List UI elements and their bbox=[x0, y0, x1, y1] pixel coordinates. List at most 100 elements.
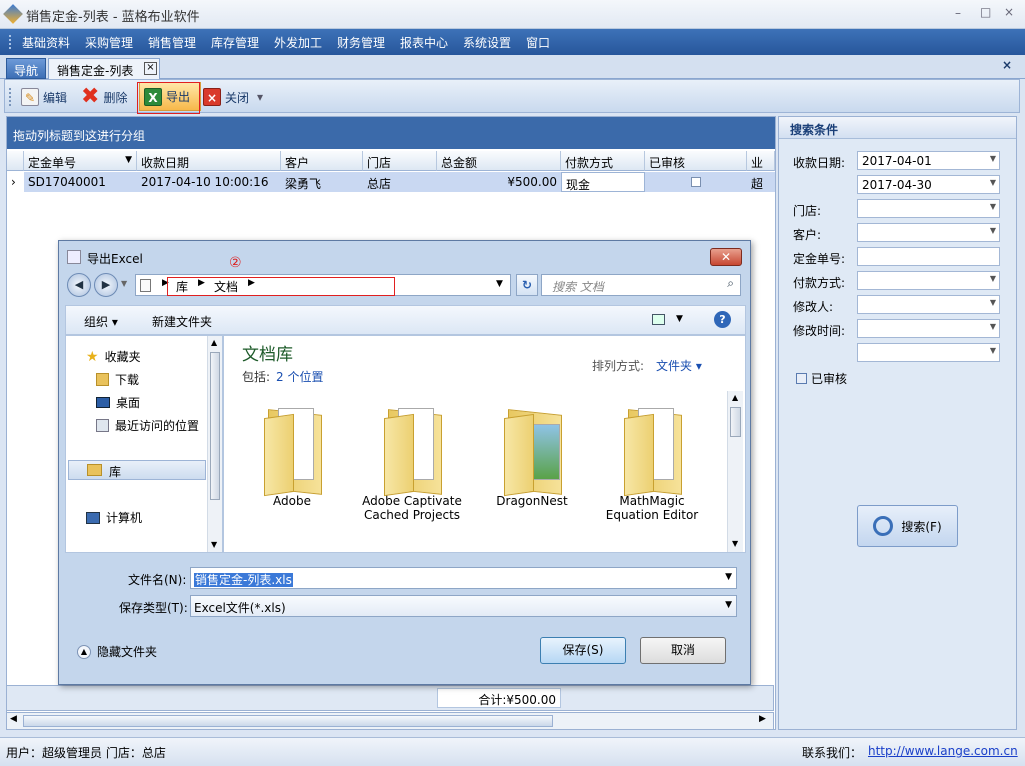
date-to-picker[interactable]: 2017-04-30 ▼ bbox=[857, 175, 1000, 194]
tab-close-icon[interactable]: × bbox=[144, 62, 157, 75]
folder-adobe[interactable]: Adobe bbox=[232, 402, 352, 508]
dialog-search-input[interactable]: 搜索 文档 ⌕ bbox=[541, 274, 741, 296]
chevron-down-icon[interactable]: ▼ bbox=[990, 322, 996, 331]
cell-store[interactable]: 总店 bbox=[363, 172, 437, 192]
store-select[interactable]: ▼ bbox=[857, 199, 1000, 218]
save-button[interactable]: 保存(S) bbox=[540, 637, 626, 664]
content-scroll-thumb[interactable] bbox=[730, 407, 741, 437]
menu-basic-data[interactable]: 基础资料 bbox=[22, 34, 70, 51]
content-scrollbar[interactable]: ▲ ▼ bbox=[727, 391, 743, 552]
chevron-down-icon[interactable]: ▼ bbox=[990, 298, 996, 307]
payment-select[interactable]: ▼ bbox=[857, 271, 1000, 290]
nav-scrollbar[interactable]: ▲ ▼ bbox=[207, 336, 222, 552]
customer-select[interactable]: ▼ bbox=[857, 223, 1000, 242]
scroll-up-icon[interactable]: ▲ bbox=[211, 338, 217, 347]
modtime-to-picker[interactable]: ▼ bbox=[857, 343, 1000, 362]
refresh-icon[interactable]: ↻ bbox=[516, 274, 538, 296]
contact-link[interactable]: http://www.lange.com.cn bbox=[868, 744, 1018, 758]
col-header-store[interactable]: 门店 bbox=[363, 151, 437, 171]
audited-checkbox[interactable] bbox=[691, 177, 701, 187]
nav-scroll-thumb[interactable] bbox=[210, 352, 220, 500]
dialog-close-button[interactable]: ✕ bbox=[710, 248, 742, 266]
close-window-icon[interactable]: × bbox=[1004, 5, 1014, 19]
group-panel[interactable]: 拖动列标题到这进行分组 bbox=[7, 117, 775, 149]
col-header-customer[interactable]: 客户 bbox=[281, 151, 363, 171]
folder-adobe-captivate[interactable]: Adobe Captivate Cached Projects bbox=[352, 402, 472, 522]
col-header-receipt-date[interactable]: 收款日期 bbox=[137, 151, 281, 171]
path-dropdown-icon[interactable]: ▼ bbox=[496, 279, 503, 289]
nav-libraries[interactable]: 库 bbox=[68, 460, 206, 480]
folder-dragonnest[interactable]: DragonNest bbox=[472, 402, 592, 508]
cell-receipt-date[interactable]: 2017-04-10 10:00:16 bbox=[137, 172, 281, 192]
cell-deposit-no[interactable]: SD17040001 bbox=[24, 172, 137, 192]
search-button[interactable]: 搜索(F) bbox=[857, 505, 958, 547]
back-icon[interactable]: ◀ bbox=[67, 273, 91, 297]
arrange-dropdown[interactable]: 文件夹 ▾ bbox=[656, 357, 702, 374]
cell-customer[interactable]: 梁勇飞 bbox=[281, 172, 363, 192]
menu-sales[interactable]: 销售管理 bbox=[148, 34, 196, 51]
help-icon[interactable]: ? bbox=[714, 311, 731, 328]
audited-filter-checkbox[interactable] bbox=[796, 373, 807, 384]
forward-icon[interactable]: ▶ bbox=[94, 273, 118, 297]
edit-button[interactable]: ✎ 编辑 bbox=[21, 86, 67, 108]
menu-purchase[interactable]: 采购管理 bbox=[85, 34, 133, 51]
menu-inventory[interactable]: 库存管理 bbox=[211, 34, 259, 51]
hide-folders-toggle[interactable]: ▲ 隐藏文件夹 bbox=[77, 643, 157, 660]
view-options-icon[interactable] bbox=[652, 314, 665, 325]
chevron-down-icon[interactable]: ▼ bbox=[990, 226, 996, 235]
scroll-right-icon[interactable]: ▶ bbox=[759, 714, 766, 724]
nav-downloads[interactable]: 下载 bbox=[96, 371, 139, 388]
nav-favorites[interactable]: ★ 收藏夹 bbox=[86, 348, 141, 365]
maximize-icon[interactable]: □ bbox=[980, 5, 991, 19]
deposit-no-input[interactable] bbox=[857, 247, 1000, 266]
chevron-down-icon[interactable]: ▼ bbox=[990, 202, 996, 211]
chevron-down-icon[interactable]: ▼ bbox=[990, 346, 996, 355]
delete-button[interactable]: ✖ 删除 bbox=[81, 86, 127, 108]
filename-dropdown-icon[interactable]: ▼ bbox=[725, 572, 732, 582]
scroll-left-icon[interactable]: ◀ bbox=[10, 714, 17, 724]
menu-settings[interactable]: 系统设置 bbox=[463, 34, 511, 51]
chevron-down-icon[interactable]: ▼ bbox=[990, 154, 996, 163]
chevron-down-icon[interactable]: ▼ bbox=[676, 314, 683, 324]
cell-payment[interactable]: 现金 bbox=[561, 172, 645, 192]
organize-button[interactable]: 组织 ▾ bbox=[84, 313, 118, 330]
filetype-select[interactable]: Excel文件(*.xls) ▼ bbox=[190, 595, 737, 617]
folder-mathmagic[interactable]: MathMagic Equation Editor bbox=[592, 402, 712, 522]
col-header-business[interactable]: 业务 bbox=[747, 151, 775, 171]
nav-desktop[interactable]: 桌面 bbox=[96, 394, 140, 411]
modtime-from-picker[interactable]: ▼ bbox=[857, 319, 1000, 338]
new-folder-button[interactable]: 新建文件夹 bbox=[152, 313, 212, 330]
history-dropdown-icon[interactable]: ▼ bbox=[121, 279, 127, 288]
cell-total[interactable]: ¥500.00 bbox=[437, 172, 561, 192]
nav-recent[interactable]: 最近访问的位置 bbox=[96, 417, 199, 434]
modifier-select[interactable]: ▼ bbox=[857, 295, 1000, 314]
scroll-down-icon[interactable]: ▼ bbox=[211, 540, 217, 549]
chevron-down-icon[interactable]: ▼ bbox=[990, 274, 996, 283]
date-from-picker[interactable]: 2017-04-01 ▼ bbox=[857, 151, 1000, 170]
library-locations-link[interactable]: 2 个位置 bbox=[276, 368, 323, 385]
col-header-deposit-no[interactable]: 定金单号 ▼ bbox=[24, 151, 137, 171]
col-header-total[interactable]: 总金额 bbox=[437, 151, 561, 171]
horizontal-scrollbar[interactable]: ◀ ▶ bbox=[6, 712, 774, 730]
menu-reports[interactable]: 报表中心 bbox=[400, 34, 448, 51]
cell-business[interactable]: 超级 bbox=[747, 172, 775, 192]
chevron-down-icon[interactable]: ▾ bbox=[257, 90, 263, 104]
scroll-thumb[interactable] bbox=[23, 715, 553, 727]
chevron-down-icon[interactable]: ▼ bbox=[990, 178, 996, 187]
close-button[interactable]: × 关闭 ▾ bbox=[203, 86, 263, 108]
menu-finance[interactable]: 财务管理 bbox=[337, 34, 385, 51]
menu-window[interactable]: 窗口 bbox=[526, 34, 550, 51]
filename-input[interactable]: 销售定金-列表.xls ▼ bbox=[190, 567, 737, 589]
tab-deposit-list[interactable]: 销售定金-列表 × bbox=[48, 58, 160, 79]
search-icon[interactable]: ⌕ bbox=[727, 276, 734, 291]
scroll-down-icon[interactable]: ▼ bbox=[732, 539, 738, 548]
col-header-payment[interactable]: 付款方式 bbox=[561, 151, 645, 171]
col-header-audited[interactable]: 已审核 bbox=[645, 151, 747, 171]
filetype-dropdown-icon[interactable]: ▼ bbox=[725, 600, 732, 610]
close-all-tabs-icon[interactable]: × bbox=[1002, 58, 1012, 72]
audited-filter[interactable]: 已审核 bbox=[796, 370, 847, 387]
nav-computer[interactable]: 计算机 bbox=[86, 509, 142, 526]
cancel-button[interactable]: 取消 bbox=[640, 637, 726, 664]
tab-nav[interactable]: 导航 bbox=[6, 58, 46, 79]
minimize-icon[interactable]: – bbox=[955, 6, 961, 20]
